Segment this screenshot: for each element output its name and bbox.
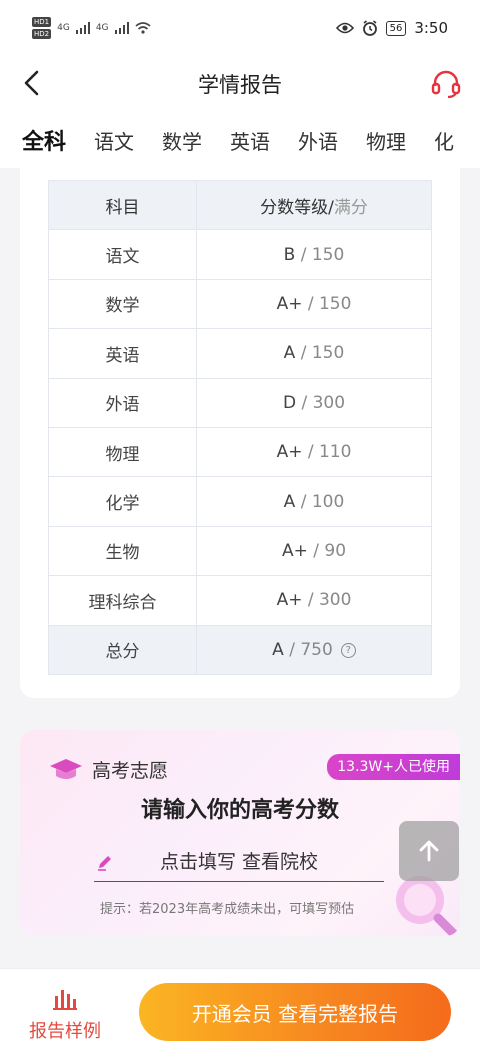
- report-sample-button[interactable]: 报告样例: [22, 987, 108, 1043]
- table-row: 物理 A+ / 110: [48, 426, 432, 478]
- back-button[interactable]: [18, 68, 48, 98]
- score-input-placeholder: 点击填写 查看院校: [159, 851, 319, 873]
- score-cell: A+ / 90: [196, 525, 432, 577]
- grade-value: A+: [281, 540, 308, 561]
- table-row: 外语 D / 300: [48, 377, 432, 428]
- signal-icon: [114, 22, 129, 34]
- subject-cell: 物理: [48, 426, 197, 478]
- header-score-label: 分数等级/: [260, 197, 334, 218]
- total-score-cell: A / 750?: [196, 624, 432, 675]
- grade-value: A+: [276, 590, 303, 611]
- grade-value: B: [283, 244, 296, 265]
- tab-chinese[interactable]: 语文: [80, 126, 148, 155]
- full-score: / 90: [313, 540, 347, 561]
- table-row: 生物 A+ / 90: [48, 525, 432, 577]
- report-sample-label: 报告样例: [29, 1021, 101, 1042]
- signal-icon: [75, 22, 90, 34]
- chevron-left-icon: [24, 70, 39, 96]
- headset-icon: [431, 70, 461, 99]
- score-cell: A+ / 300: [196, 575, 432, 626]
- total-row: 总分 A / 750?: [48, 624, 432, 675]
- full-score: / 150: [300, 244, 345, 265]
- full-score: / 300: [301, 392, 346, 413]
- header-full-label: 满分: [333, 197, 368, 218]
- full-score: / 150: [307, 293, 352, 314]
- full-score: / 300: [307, 590, 352, 611]
- nav-bar: 学情报告: [0, 56, 480, 112]
- page: HD1 HD2 4G 4G 56 3:50 学情报告 全科 语文 数学 英语 外…: [0, 0, 480, 1061]
- full-score: / 150: [300, 343, 345, 364]
- battery-indicator: 56: [385, 20, 407, 36]
- help-icon[interactable]: ?: [340, 642, 356, 658]
- grade-value: A: [283, 343, 296, 364]
- clock: 3:50: [414, 19, 448, 37]
- full-score: / 100: [300, 491, 345, 512]
- tab-english[interactable]: 英语: [216, 126, 284, 155]
- support-button[interactable]: [430, 68, 462, 100]
- status-bar: HD1 HD2 4G 4G 56 3:50: [0, 0, 480, 56]
- header-score: 分数等级/满分: [196, 179, 432, 231]
- table-row: 化学 A / 100: [48, 476, 432, 527]
- score-cell: A+ / 150: [196, 278, 432, 330]
- page-title: 学情报告: [198, 73, 282, 97]
- hd1-badge: HD1: [32, 17, 52, 27]
- subject-tabs: 全科 语文 数学 英语 外语 物理 化: [0, 112, 480, 168]
- grade-value: A+: [276, 293, 303, 314]
- total-grade: A: [272, 639, 284, 660]
- grade-value: D: [282, 392, 297, 413]
- score-cell: D / 300: [196, 377, 432, 428]
- header-subject: 科目: [48, 179, 197, 231]
- table-row: 理科综合 A+ / 300: [48, 575, 432, 626]
- status-left: HD1 HD2 4G 4G: [32, 17, 151, 39]
- subject-cell: 外语: [48, 377, 197, 428]
- gaokao-headline: 请输入你的高考分数: [140, 798, 339, 823]
- score-cell: A+ / 110: [196, 426, 432, 478]
- alarm-icon: [362, 20, 377, 36]
- table-header-row: 科目 分数等级/满分: [48, 179, 432, 231]
- score-cell: B / 150: [196, 229, 432, 280]
- total-full-score: / 750: [289, 639, 333, 660]
- score-table: 科目 分数等级/满分 语文 B / 150 数学 A+ / 150 英语 A /…: [48, 179, 432, 675]
- total-label: 总分: [48, 624, 197, 675]
- bar-chart-icon: [53, 990, 77, 1010]
- gaokao-tip: 提示：若2023年高考成绩未出，可填写预估: [100, 902, 355, 917]
- scroll-top-button[interactable]: [399, 821, 459, 881]
- full-score: / 110: [307, 442, 352, 463]
- eye-icon: [335, 22, 354, 34]
- open-membership-button[interactable]: 开通会员 查看完整报告: [139, 983, 451, 1041]
- tab-chemistry[interactable]: 化: [420, 126, 468, 155]
- usage-badge: 13.3W+人已使用: [327, 754, 460, 780]
- graduation-cap-icon: [50, 758, 82, 779]
- subject-cell: 英语: [48, 328, 197, 379]
- subject-cell: 语文: [48, 229, 197, 280]
- arrow-up-icon: [419, 840, 439, 862]
- score-cell: A / 150: [196, 328, 432, 379]
- tab-foreign-language[interactable]: 外语: [284, 126, 352, 155]
- hd2-badge: HD2: [32, 29, 52, 39]
- status-right: 56 3:50: [335, 19, 448, 37]
- table-row: 语文 B / 150: [48, 229, 432, 280]
- table-row: 数学 A+ / 150: [48, 278, 432, 330]
- tab-math[interactable]: 数学: [148, 126, 216, 155]
- tab-all[interactable]: 全科: [20, 124, 80, 156]
- grade-value: A: [283, 491, 296, 512]
- subject-cell: 理科综合: [48, 575, 197, 626]
- tab-physics[interactable]: 物理: [352, 126, 420, 155]
- hd-badges: HD1 HD2: [32, 17, 52, 39]
- network-2: 4G: [95, 23, 109, 33]
- score-input[interactable]: 点击填写 查看院校: [94, 840, 384, 882]
- subject-cell: 数学: [48, 278, 197, 330]
- wifi-icon: [134, 22, 151, 34]
- grade-value: A+: [276, 442, 303, 463]
- subject-cell: 化学: [48, 476, 197, 527]
- gaokao-label: 高考志愿: [92, 760, 169, 782]
- table-row: 英语 A / 150: [48, 328, 432, 379]
- score-card: 科目 分数等级/满分 语文 B / 150 数学 A+ / 150 英语 A /…: [20, 168, 460, 698]
- gaokao-card[interactable]: 高考志愿 13.3W+人已使用 请输入你的高考分数 点击填写 查看院校 提示：若…: [20, 730, 460, 936]
- bottom-bar: 报告样例 开通会员 查看完整报告: [0, 968, 480, 1061]
- subject-cell: 生物: [48, 525, 197, 577]
- score-cell: A / 100: [196, 476, 432, 527]
- gaokao-header: 高考志愿: [48, 756, 168, 783]
- network-1: 4G: [57, 23, 70, 33]
